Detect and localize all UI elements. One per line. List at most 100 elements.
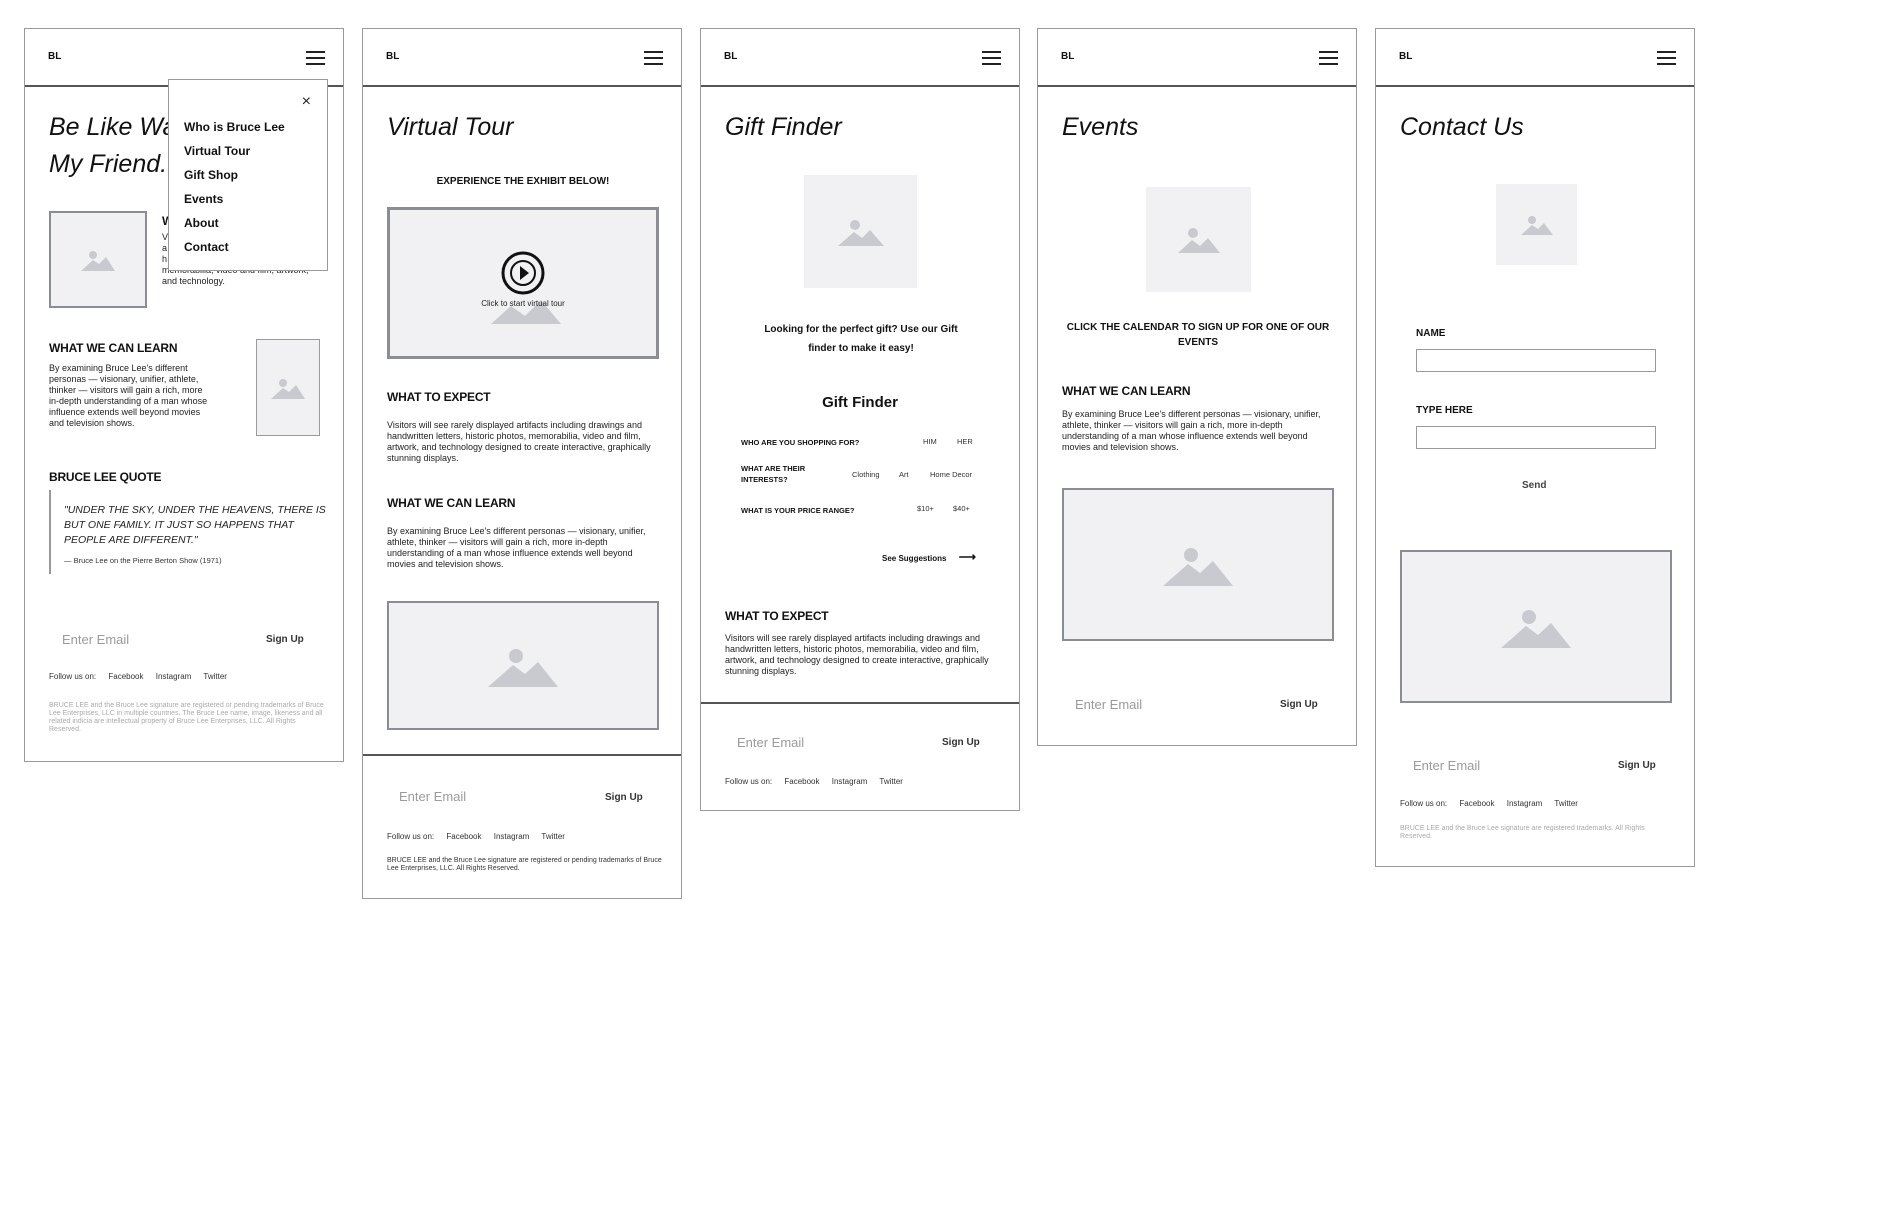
twitter-link[interactable]: Twitter [1554,799,1578,808]
virtual-tour-player[interactable]: Click to start virtual tour [387,207,659,359]
follow-label: Follow us on: [387,832,435,841]
events-cta: CLICK THE CALENDAR TO SIGN UP FOR ONE OF… [1066,322,1330,348]
menu-item-about[interactable]: About [184,215,285,231]
twitter-link[interactable]: Twitter [541,832,565,841]
message-field[interactable] [1416,426,1656,449]
logo[interactable]: BL [1399,51,1412,62]
title-line-1: Be Like Wa [49,113,177,141]
page-title: Contact Us [1400,113,1524,141]
email-input[interactable]: Enter Email [399,789,466,804]
facebook-link[interactable]: Facebook [1459,799,1494,808]
frame-gift-finder: BL Gift Finder Looking for the perfect g… [700,28,1020,811]
close-icon[interactable]: × [302,94,311,110]
play-caption: Click to start virtual tour [481,299,565,308]
play-control[interactable]: Click to start virtual tour [473,250,573,308]
legal-text: BRUCE LEE and the Bruce Lee signature ar… [387,857,662,872]
image-placeholder [49,211,147,308]
menu-list: Who is Bruce Lee Virtual Tour Gift Shop … [184,119,285,263]
sign-up-button[interactable]: Sign Up [942,737,980,748]
gift-intro: Looking for the perfect gift? Use our Gi… [764,324,958,354]
twitter-link[interactable]: Twitter [879,777,903,786]
logo[interactable]: BL [1061,51,1074,62]
instagram-link[interactable]: Instagram [494,832,530,841]
play-icon [501,251,545,295]
logo[interactable]: BL [724,51,737,62]
instagram-link[interactable]: Instagram [1507,799,1543,808]
option-40-plus[interactable]: $40+ [953,504,970,513]
hamburger-menu-icon[interactable] [644,51,663,66]
option-him[interactable]: HIM [923,437,937,446]
navbar: BL [363,29,681,87]
instagram-link[interactable]: Instagram [156,672,192,681]
name-field[interactable] [1416,349,1656,372]
follow-label: Follow us on: [49,672,97,681]
logo[interactable]: BL [48,51,61,62]
sign-up-button[interactable]: Sign Up [1618,760,1656,771]
option-art[interactable]: Art [899,470,909,479]
menu-item-virtual-tour[interactable]: Virtual Tour [184,143,285,159]
follow-label: Follow us on: [725,777,773,786]
navbar: BL [1038,29,1356,87]
frame-virtual-tour: BL Virtual Tour EXPERIENCE THE EXHIBIT B… [362,28,682,899]
calendar-image-placeholder[interactable] [1146,187,1251,292]
sign-up-button[interactable]: Sign Up [266,634,304,645]
experience-heading: EXPERIENCE THE EXHIBIT BELOW! [436,176,610,187]
footer-divider [363,754,681,756]
menu-item-gift-shop[interactable]: Gift Shop [184,167,285,183]
image-placeholder [1496,184,1577,265]
facebook-link[interactable]: Facebook [784,777,819,786]
option-10-plus[interactable]: $10+ [917,504,934,513]
image-placeholder [804,175,917,288]
facebook-link[interactable]: Facebook [108,672,143,681]
see-suggestions-label: See Suggestions [882,554,947,563]
hamburger-menu-icon[interactable] [306,51,325,66]
name-label: NAME [1416,328,1446,339]
expect-text: Visitors will see rarely displayed artif… [387,420,651,463]
option-clothing[interactable]: Clothing [852,470,880,479]
logo[interactable]: BL [386,51,399,62]
image-placeholder [387,601,659,730]
footer-divider [701,702,1019,704]
option-home-decor[interactable]: Home Decor [930,470,972,479]
menu-item-contact[interactable]: Contact [184,239,285,255]
quote-bar [49,490,51,574]
option-her[interactable]: HER [957,437,973,446]
email-input[interactable]: Enter Email [1413,758,1480,773]
navbar: BL [701,29,1019,87]
frame-home: BL Be Like Wa My Friend.. W V a h memora… [24,28,344,762]
menu-item-who-is-bruce-lee[interactable]: Who is Bruce Lee [184,119,285,135]
gift-finder-heading: Gift Finder [822,394,898,411]
see-suggestions-button[interactable]: See Suggestions ⟶ [882,550,976,564]
question-interests: WHAT ARE THEIR INTERESTS? [741,464,806,484]
hamburger-menu-icon[interactable] [1319,51,1338,66]
email-input[interactable]: Enter Email [1075,697,1142,712]
image-placeholder [256,339,320,436]
sign-up-button[interactable]: Sign Up [1280,699,1318,710]
legal-text: BRUCE LEE and the Bruce Lee signature ar… [49,702,324,733]
quote-source: — Bruce Lee on the Pierre Berton Show (1… [64,556,222,565]
expect-heading: WHAT TO EXPECT [387,390,491,404]
hamburger-menu-icon[interactable] [982,51,1001,66]
instagram-link[interactable]: Instagram [832,777,868,786]
quote-heading: BRUCE LEE QUOTE [49,470,162,484]
menu-item-events[interactable]: Events [184,191,285,207]
learn-text: By examining Bruce Lee's different perso… [49,363,208,428]
page-title: Virtual Tour [387,113,514,141]
learn-heading: WHAT WE CAN LEARN [49,341,178,355]
facebook-link[interactable]: Facebook [446,832,481,841]
send-button[interactable]: Send [1522,480,1546,491]
social-links: Follow us on: Facebook Instagram Twitter [725,777,913,786]
twitter-link[interactable]: Twitter [203,672,227,681]
learn-text: By examining Bruce Lee's different perso… [1062,409,1321,452]
sign-up-button[interactable]: Sign Up [605,792,643,803]
image-placeholder [1062,488,1334,641]
email-input[interactable]: Enter Email [737,735,804,750]
question-shopping-for: WHO ARE YOU SHOPPING FOR? [741,438,860,447]
social-links: Follow us on: Facebook Instagram Twitter [1400,799,1588,808]
email-input[interactable]: Enter Email [62,632,129,647]
hamburger-menu-icon[interactable] [1657,51,1676,66]
message-label: TYPE HERE [1416,405,1473,416]
navbar: BL [1376,29,1694,87]
expect-heading: WHAT TO EXPECT [725,609,829,623]
page-title: Events [1062,113,1139,141]
